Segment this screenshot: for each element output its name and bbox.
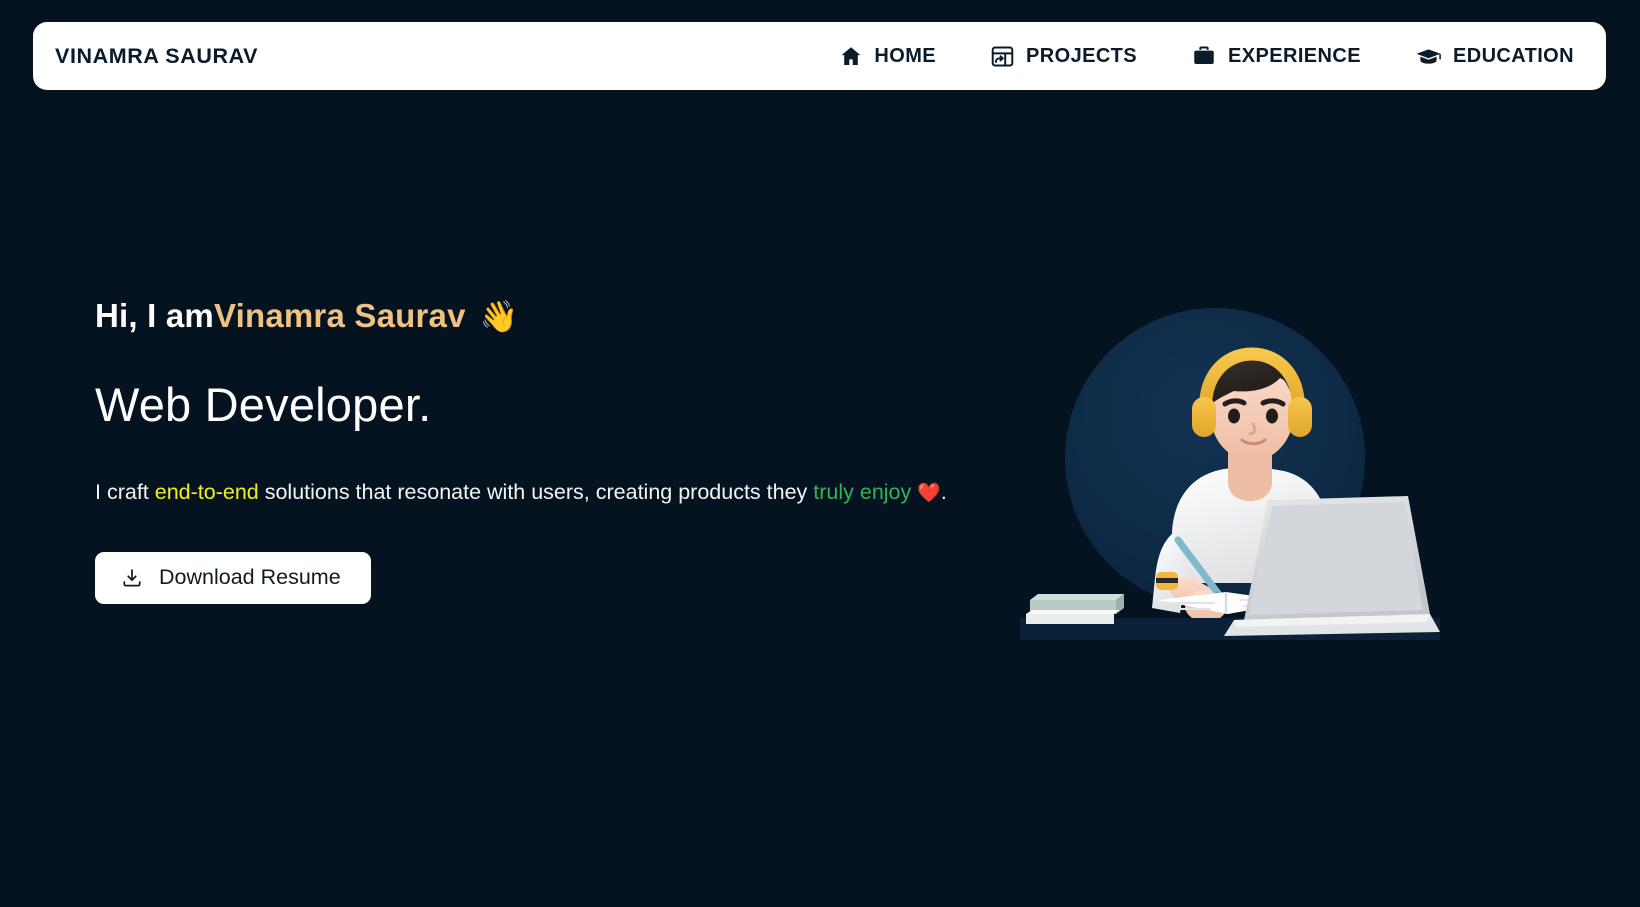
download-resume-button[interactable]: Download Resume — [95, 551, 371, 604]
graduation-cap-icon — [1415, 43, 1442, 70]
hero-section: Hi, I am Vinamra Saurav 👋 Web Developer. … — [0, 90, 1640, 907]
nav-item-education[interactable]: EDUCATION — [1415, 43, 1574, 70]
nav-item-experience[interactable]: EXPERIENCE — [1191, 43, 1361, 69]
hero-text-block: Hi, I am Vinamra Saurav 👋 Web Developer. … — [95, 295, 995, 604]
nav-item-home-label: HOME — [874, 44, 937, 67]
tagline-highlight-truly-enjoy: truly enjoy — [813, 480, 912, 505]
download-icon — [121, 567, 143, 589]
hero-tagline: I craft end-to-end solutions that resona… — [95, 476, 960, 509]
nav-item-projects[interactable]: PROJECTS — [990, 44, 1137, 69]
tagline-highlight-end-to-end: end-to-end — [154, 480, 259, 505]
nav-links: HOME PROJECTS EXPERIENCE EDUCATION — [839, 43, 1574, 70]
tagline-part2: solutions that resonate with users, crea… — [258, 480, 814, 505]
navbar: VINAMRA SAURAV HOME PROJECTS EXPERIENCE … — [33, 22, 1606, 90]
download-resume-label: Download Resume — [159, 565, 341, 589]
tagline-part1: I craft — [95, 480, 155, 505]
hero-greeting: Hi, I am Vinamra Saurav 👋 — [95, 295, 995, 337]
waving-hand-icon: 👋 — [479, 299, 519, 334]
hero-role-heading: Web Developer. — [95, 377, 432, 431]
heart-icon: ❤️ — [917, 483, 941, 505]
tagline-part3: . — [940, 480, 947, 505]
projects-icon — [990, 44, 1015, 69]
brand-logo[interactable]: VINAMRA SAURAV — [55, 44, 258, 69]
greeting-name: Vinamra Saurav — [213, 297, 466, 334]
nav-item-home[interactable]: HOME — [839, 44, 936, 68]
briefcase-icon — [1191, 43, 1217, 69]
nav-item-projects-label: PROJECTS — [1026, 44, 1138, 67]
nav-item-education-label: EDUCATION — [1452, 44, 1574, 67]
greeting-prefix: Hi, I am — [95, 297, 214, 334]
page-root: VINAMRA SAURAV HOME PROJECTS EXPERIENCE … — [0, 0, 1640, 907]
nav-item-experience-label: EXPERIENCE — [1228, 44, 1361, 67]
developer-at-laptop-illustration — [1020, 300, 1440, 640]
home-icon — [839, 44, 863, 68]
